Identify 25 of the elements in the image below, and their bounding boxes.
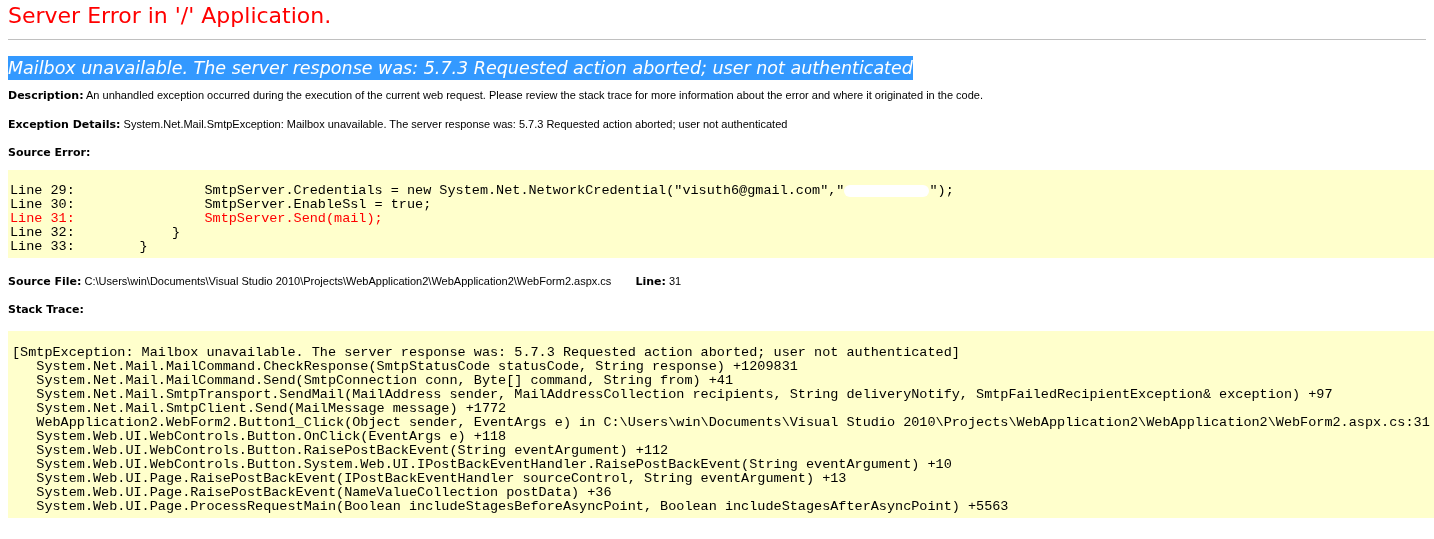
stack-trace-label: Stack Trace: [8, 303, 85, 317]
error-heading: Mailbox unavailable. The server response was: 5.7.3 Requested action aborted; user not authenticated [8, 56, 913, 80]
source-code-line: Line 30: SmtpServer.EnableSsl = true; [10, 198, 432, 212]
stack-trace-line: System.Web.UI.WebControls.Button.System.Web.UI.IPostBackEventHandler.RaisePostBackEvent(String eventArgument) +10 [35, 458, 952, 472]
source-code-line: Line 32: } [10, 226, 181, 240]
stack-trace-line: System.Web.UI.Page.ProcessRequestMain(Boolean includeStagesBeforeAsyncPoint, Boolean includeStagesAfterAsyncPoint) +5563 [35, 500, 1009, 514]
stack-trace-line: System.Net.Mail.MailCommand.CheckResponse(SmtpStatusCode statusCode, String response) +1209831 [35, 360, 798, 374]
stack-trace-line: System.Net.Mail.SmtpTransport.SendMail(MailAddress sender, MailAddressCollection recipients, String deliveryNotify, SmtpFailedRecipientException& exception) +97 [35, 388, 1333, 402]
description-text: Description: An unhandled exception occurred during the execution of the current web request. Please review the stack trace for more information about the error and where it originated in the code. [8, 88, 985, 103]
source-error-label: Source Error: [8, 146, 92, 160]
source-code-line: Line 29: SmtpServer.Credentials = new System.Net.NetworkCredential("visuth6@gmail.com"," [10, 184, 845, 198]
stack-trace-line: System.Web.UI.WebControls.Button.OnClick(EventArgs e) +118 [35, 430, 507, 444]
stack-trace-line: System.Net.Mail.MailCommand.Send(SmtpConnection conn, Byte[] command, String from) +41 [35, 374, 734, 388]
stack-trace-line: System.Net.Mail.SmtpClient.Send(MailMessage message) +1772 [35, 402, 507, 416]
stack-trace-line: WebApplication2.WebForm2.Button1_Click(Object sender, EventArgs e) in C:\Users\win\Documents\Visual Studio 2010\Projects\WebApplication2\WebApplication2\WebForm2.aspx.cs:31 [35, 416, 1430, 430]
stack-trace-line: System.Web.UI.WebControls.Button.RaisePostBackEvent(String eventArgument) +112 [35, 444, 669, 458]
source-code-line: Line 31: SmtpServer.Send(mail); [10, 212, 383, 226]
source-code-line: Line 33: } [10, 240, 148, 254]
page-title: Server Error in '/' Application. [8, 2, 332, 30]
exception-details-text: Exception Details: System.Net.Mail.SmtpException: Mailbox unavailable. The server response was: 5.7.3 Requested action aborted; user not authenticated [8, 117, 789, 132]
stack-trace-line: System.Web.UI.Page.RaisePostBackEvent(NameValueCollection postData) +36 [35, 486, 612, 500]
source-code-line-end: "); [929, 184, 954, 198]
source-file-text: Source File: C:\Users\win\Documents\Visual Studio 2010\Projects\WebApplication2\WebApplication2\WebForm2.aspx.cs Line: 31 [8, 274, 683, 289]
stack-trace-line: System.Web.UI.Page.RaisePostBackEvent(IPostBackEventHandler sourceControl, String eventArgument) +13 [35, 472, 847, 486]
stack-trace-line: [SmtpException: Mailbox unavailable. The server response was: 5.7.3 Requested action aborted; user not authenticated] [12, 346, 960, 360]
